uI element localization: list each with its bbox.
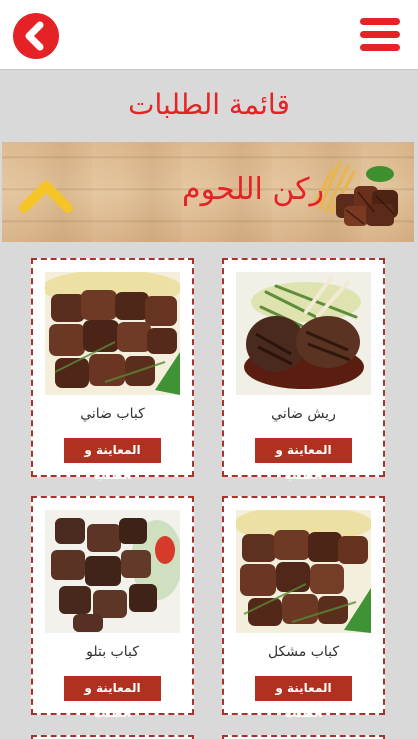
meat-plate-icon	[314, 160, 398, 226]
product-name: ريش ضاني	[271, 406, 336, 422]
product-name: كباب ضاني	[80, 406, 145, 422]
page-title: قائمة الطلبات	[128, 88, 290, 121]
chevron-left-icon	[25, 21, 44, 51]
category-title: ركن اللحوم	[182, 172, 324, 207]
chevron-up-icon[interactable]	[18, 178, 74, 214]
product-card[interactable]: ريش ضاني المعاينة و الطلب	[222, 258, 385, 482]
preview-order-button[interactable]: المعاينة و الطلب	[64, 438, 161, 482]
preview-order-button[interactable]: المعاينة و الطلب	[255, 676, 352, 720]
product-name: كباب مشكل	[267, 644, 340, 660]
top-bar	[0, 0, 418, 70]
preview-order-button[interactable]: المعاينة و الطلب	[64, 676, 161, 720]
product-card[interactable]: كباب ضاني المعاينة و الطلب	[31, 258, 194, 482]
product-card-partial[interactable]	[222, 735, 385, 739]
hamburger-icon	[360, 18, 400, 25]
product-card-partial[interactable]	[31, 735, 194, 739]
product-card[interactable]: كباب بتلو المعاينة و الطلب	[31, 496, 194, 720]
back-button[interactable]	[13, 13, 59, 59]
veal-kebab-photo	[45, 510, 180, 633]
grilled-lamb-cubes-photo	[45, 272, 180, 395]
category-banner[interactable]: ركن اللحوم	[2, 142, 414, 242]
preview-order-button[interactable]: المعاينة و الطلب	[255, 438, 352, 482]
menu-button[interactable]	[360, 18, 400, 52]
product-name: كباب بتلو	[86, 644, 139, 660]
product-card[interactable]: كباب مشكل المعاينة و الطلب	[222, 496, 385, 720]
lamb-chops-photo	[236, 272, 371, 395]
mixed-kebab-photo	[236, 510, 371, 633]
